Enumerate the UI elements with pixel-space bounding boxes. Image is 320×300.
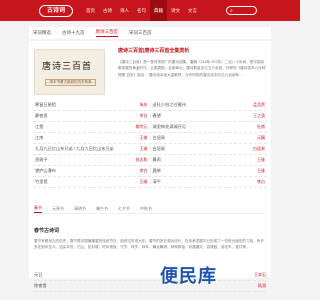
tab-qixi[interactable]: 七夕节 bbox=[118, 206, 130, 212]
tab-lantern-festival[interactable]: 元宵节 bbox=[52, 206, 64, 212]
poem-link[interactable]: 除夜雪 bbox=[34, 283, 47, 289]
collection-tabs: 宋词精选 古诗十九首 唐诗三百首 宋词三百首 bbox=[29, 27, 271, 39]
nav-famous-lines[interactable]: 名句 bbox=[133, 0, 150, 21]
author-link[interactable]: 李白 bbox=[140, 113, 148, 119]
author-link[interactable]: 王维 bbox=[140, 179, 148, 185]
author-link[interactable]: 张志和 bbox=[136, 157, 148, 163]
tab-spring-festival[interactable]: 春节 bbox=[34, 205, 42, 213]
table-row: 江南 王维 白居易 元稹 bbox=[33, 133, 267, 144]
author-link[interactable]: 王维 bbox=[257, 168, 265, 174]
nav-home[interactable]: 首页 bbox=[82, 0, 99, 21]
poem-link[interactable]: 静夜思 bbox=[35, 113, 137, 119]
tab-song-ci-selected[interactable]: 宋词精选 bbox=[33, 30, 51, 36]
poem-link[interactable]: 鹿柴 bbox=[153, 168, 255, 174]
author-link[interactable]: 白居易 bbox=[253, 146, 265, 152]
search-icon: ⌕ bbox=[230, 8, 233, 14]
table-row: 九月九日忆山东兄弟 / 九月九日忆山东兄弟 王维 白居易 白居易 bbox=[33, 144, 267, 155]
poem-link[interactable]: 九月九日忆山东兄弟 / 九月九日忆山东兄弟 bbox=[35, 146, 137, 152]
tab-qingming[interactable]: 清明节 bbox=[74, 206, 86, 212]
poem-link[interactable]: 送杜少府之任蜀州 bbox=[153, 102, 251, 108]
table-row: 竹里馆 王维 清平 李白 bbox=[33, 177, 267, 188]
tab-song-300[interactable]: 宋词三百首 bbox=[129, 30, 152, 36]
book-cover[interactable]: 唐诗三百首 —带本书看古都城的历史故事— bbox=[34, 49, 105, 95]
list-item: 元日 王安石 bbox=[34, 270, 266, 281]
author-link[interactable]: 王安石 bbox=[254, 272, 266, 278]
cover-title: 唐诗三百首 bbox=[42, 62, 93, 72]
poem-link[interactable]: 春望 bbox=[153, 113, 251, 119]
watermark-logo: 便民库 bbox=[160, 266, 217, 287]
author-link[interactable]: 王维 bbox=[257, 157, 265, 163]
search-button[interactable]: ⌕ bbox=[226, 6, 257, 15]
tab-dragon-boat[interactable]: 端午节 bbox=[96, 206, 108, 212]
poem-link[interactable]: 江雪 bbox=[35, 124, 133, 130]
book-panel: 唐诗三百首 —带本书看古都城的历史故事— 唐诗三百首|唐诗三百首全集赏析 《唐诗… bbox=[29, 41, 271, 292]
poem-link[interactable]: 白居易 bbox=[153, 135, 255, 141]
table-row: 寒窗日琶相 朱庆 送杜少府之任蜀州 孟浩然 bbox=[33, 100, 267, 111]
poem-link[interactable]: 竹里馆 bbox=[35, 179, 137, 185]
author-link[interactable]: 陆游 bbox=[258, 283, 266, 289]
author-link[interactable]: 杜甫 bbox=[257, 124, 265, 130]
author-link[interactable]: 柳宗元 bbox=[136, 124, 148, 130]
poem-link[interactable]: 江南 bbox=[35, 135, 137, 141]
tab-tang-300[interactable]: 唐诗三百首 bbox=[95, 29, 118, 37]
poem-link[interactable]: 元日 bbox=[34, 272, 42, 278]
book-description: 《唐诗三百首》是一部流传很广的唐诗选集。唐朝（618年-907年）二百八十年间，… bbox=[118, 60, 266, 77]
author-link[interactable]: 王之涣 bbox=[253, 113, 265, 119]
nav-poets[interactable]: 诗人 bbox=[116, 0, 133, 21]
author-link[interactable]: 孟浩然 bbox=[253, 102, 265, 108]
author-link[interactable]: 王维 bbox=[140, 146, 148, 152]
table-row: 望庐山瀑布 李白 鹿柴 王维 bbox=[33, 166, 267, 177]
site-logo[interactable]: 古诗词 bbox=[39, 5, 73, 17]
nav-classical-chinese[interactable]: 文言 bbox=[184, 0, 201, 21]
section-description: 春节有着悠久的历史，春节是中国最隆重的传统节日，俗称过年或大年。春节的历史源远流… bbox=[34, 239, 264, 249]
author-link[interactable]: 朱庆 bbox=[140, 102, 148, 108]
main-nav: 首页 古诗 诗人 名句 典籍 诗文 文言 bbox=[82, 0, 201, 21]
poem-link[interactable]: 寒窗日琶相 bbox=[35, 102, 137, 108]
nav-poetry-prose[interactable]: 诗文 bbox=[167, 0, 184, 21]
author-link[interactable]: 李白 bbox=[140, 168, 148, 174]
poem-link[interactable]: 白居易 bbox=[153, 146, 251, 152]
poem-link[interactable]: 暮雨 bbox=[153, 157, 255, 163]
poem-link[interactable]: 渔歌子 bbox=[35, 157, 133, 163]
festival-poem-list: 元日 王安石 除夜雪 陆游 bbox=[34, 270, 266, 292]
section-title: 春节古诗词 bbox=[34, 228, 60, 234]
author-link[interactable]: 李白 bbox=[257, 179, 265, 185]
table-row: 江雪 柳宗元 城里梅花满城开见 杜甫 bbox=[33, 122, 267, 133]
tab-mid-autumn[interactable]: 中秋节 bbox=[140, 206, 152, 212]
poem-link[interactable]: 望庐山瀑布 bbox=[35, 168, 137, 174]
author-link[interactable]: 王维 bbox=[140, 135, 148, 141]
poem-table: 寒窗日琶相 朱庆 送杜少府之任蜀州 孟浩然 静夜思 李白 春望 王之涣 江雪 柳宗元 城里… bbox=[33, 100, 267, 188]
festival-filter-tabs: 春节 元宵节 清明节 端午节 七夕节 中秋节 bbox=[34, 204, 266, 214]
nav-poems[interactable]: 古诗 bbox=[99, 0, 116, 21]
list-item: 除夜雪 陆游 bbox=[34, 281, 266, 292]
table-row: 渔歌子 张志和 暮雨 王维 bbox=[33, 155, 267, 166]
nav-classics[interactable]: 典籍 bbox=[150, 0, 167, 21]
poem-link[interactable]: 城里梅花满城开见 bbox=[153, 124, 255, 130]
author-link[interactable]: 元稹 bbox=[257, 135, 265, 141]
poem-link[interactable]: 清平 bbox=[153, 179, 255, 185]
table-row: 静夜思 李白 春望 王之涣 bbox=[33, 111, 267, 122]
top-navigation-bar: 古诗词 首页 古诗 诗人 名句 典籍 诗文 文言 ⌕ bbox=[0, 0, 300, 21]
tab-nineteen-ancient-poems[interactable]: 古诗十九首 bbox=[62, 30, 85, 36]
cover-subtitle: —带本书看古都城的历史故事— bbox=[45, 79, 96, 86]
book-title[interactable]: 唐诗三百首|唐诗三百首全集赏析 bbox=[118, 47, 189, 54]
